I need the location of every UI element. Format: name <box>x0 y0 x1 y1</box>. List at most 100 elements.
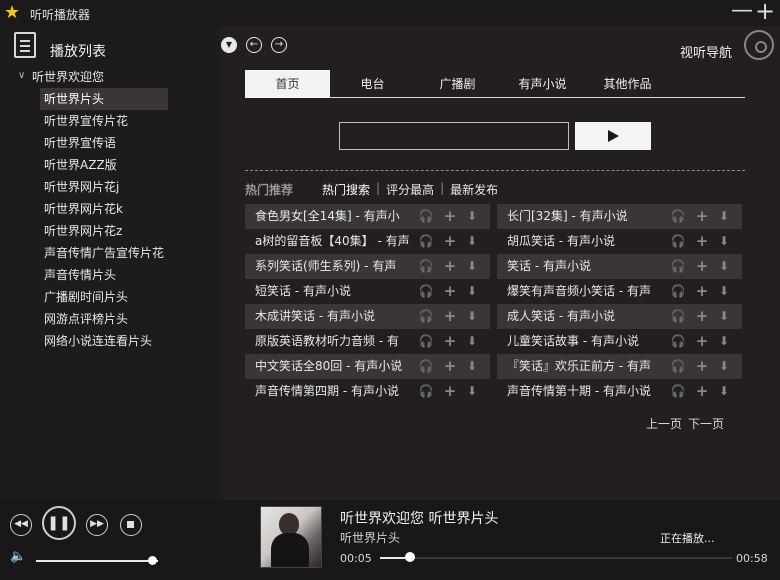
stop-button[interactable] <box>120 514 142 536</box>
headphones-icon[interactable]: 🎧 <box>670 204 686 229</box>
download-icon[interactable]: ⬇ <box>464 229 480 254</box>
headphones-icon[interactable]: 🎧 <box>670 229 686 254</box>
add-icon[interactable]: + <box>694 329 710 354</box>
list-item[interactable]: 长门[32集] - 有声小说 🎧 + ⬇ <box>497 204 742 229</box>
add-icon[interactable]: + <box>442 304 458 329</box>
download-icon[interactable]: ⬇ <box>716 229 732 254</box>
forward-arrow-icon[interactable]: → <box>271 37 287 53</box>
download-icon[interactable]: ⬇ <box>716 279 732 304</box>
add-icon[interactable]: + <box>442 204 458 229</box>
list-item[interactable]: 食色男女[全14集] - 有声小 🎧 + ⬇ <box>245 204 490 229</box>
add-icon[interactable]: + <box>442 329 458 354</box>
list-item[interactable]: 声音传情第十期 - 有声小说 🎧 + ⬇ <box>497 379 742 404</box>
prev-page-link[interactable]: 上一页 <box>646 415 682 432</box>
headphones-icon[interactable]: 🎧 <box>418 304 434 329</box>
add-icon[interactable]: + <box>694 304 710 329</box>
list-item[interactable]: 胡瓜笑话 - 有声小说 🎧 + ⬇ <box>497 229 742 254</box>
download-icon[interactable]: ⬇ <box>464 379 480 404</box>
add-icon[interactable]: + <box>442 229 458 254</box>
minimize-button[interactable]: — <box>731 0 753 22</box>
search-input[interactable] <box>339 122 569 150</box>
headphones-icon[interactable]: 🎧 <box>670 354 686 379</box>
headphones-icon[interactable]: 🎧 <box>418 204 434 229</box>
speaker-icon[interactable]: 🔈 <box>10 549 26 565</box>
headphones-icon[interactable]: 🎧 <box>418 254 434 279</box>
back-arrow-icon[interactable]: ← <box>246 37 262 53</box>
add-icon[interactable]: + <box>442 254 458 279</box>
headphones-icon[interactable]: 🎧 <box>418 279 434 304</box>
add-icon[interactable]: + <box>442 279 458 304</box>
add-icon[interactable]: + <box>694 354 710 379</box>
headphones-icon[interactable]: 🎧 <box>418 354 434 379</box>
playlist-item[interactable]: 广播剧时间片头 <box>40 286 168 308</box>
volume-slider[interactable] <box>36 560 158 562</box>
download-icon[interactable]: ⬇ <box>464 329 480 354</box>
list-item[interactable]: 『笑话』欢乐正前方 - 有声 🎧 + ⬇ <box>497 354 742 379</box>
download-icon[interactable]: ⬇ <box>464 204 480 229</box>
playlist-item[interactable]: 听世界网片花j <box>40 176 168 198</box>
list-item[interactable]: 笑话 - 有声小说 🎧 + ⬇ <box>497 254 742 279</box>
add-icon[interactable]: + <box>694 254 710 279</box>
volume-handle[interactable] <box>147 556 157 565</box>
add-icon[interactable]: + <box>442 379 458 404</box>
pause-button[interactable]: ❚❚ <box>42 506 76 540</box>
next-page-link[interactable]: 下一页 <box>688 415 724 432</box>
disc-icon[interactable] <box>744 30 774 60</box>
playlist-item[interactable]: 听世界网片花z <box>40 220 168 242</box>
download-icon[interactable]: ⬇ <box>464 354 480 379</box>
download-icon[interactable]: ⬇ <box>716 204 732 229</box>
add-icon[interactable]: + <box>694 279 710 304</box>
list-item[interactable]: 儿童笑话故事 - 有声小说 🎧 + ⬇ <box>497 329 742 354</box>
download-icon[interactable]: ⬇ <box>464 279 480 304</box>
download-icon[interactable]: ⬇ <box>716 379 732 404</box>
playlist-item[interactable]: 听世界宣传片花 <box>40 110 168 132</box>
playlist-item[interactable]: 听世界宣传语 <box>40 132 168 154</box>
add-icon[interactable]: + <box>694 204 710 229</box>
headphones-icon[interactable]: 🎧 <box>418 229 434 254</box>
headphones-icon[interactable]: 🎧 <box>670 329 686 354</box>
download-icon[interactable]: ⬇ <box>716 354 732 379</box>
list-item[interactable]: 木成讲笑话 - 有声小说 🎧 + ⬇ <box>245 304 490 329</box>
add-icon[interactable]: + <box>442 354 458 379</box>
playlist-item[interactable]: 声音传情片头 <box>40 264 168 286</box>
playlist-item[interactable]: 听世界片头 <box>40 88 169 110</box>
list-item[interactable]: 原版英语教材听力音频 - 有 🎧 + ⬇ <box>245 329 490 354</box>
headphones-icon[interactable]: 🎧 <box>418 329 434 354</box>
list-item[interactable]: a树的留音板【40集】 - 有声 🎧 + ⬇ <box>245 229 490 254</box>
list-item[interactable]: 爆笑有声音频小笑话 - 有声 🎧 + ⬇ <box>497 279 742 304</box>
headphones-icon[interactable]: 🎧 <box>670 304 686 329</box>
download-icon[interactable]: ⬇ <box>464 304 480 329</box>
playlist-item[interactable]: 听世界网片花k <box>40 198 168 220</box>
search-play-button[interactable] <box>575 122 651 150</box>
tab-radio[interactable]: 电台 <box>330 70 415 98</box>
add-icon[interactable]: + <box>694 379 710 404</box>
list-item[interactable]: 声音传情第四期 - 有声小说 🎧 + ⬇ <box>245 379 490 404</box>
tree-root-item[interactable]: 听世界欢迎您 <box>32 68 104 85</box>
chevron-down-icon[interactable]: ∨ <box>18 70 25 81</box>
tab-radio-drama[interactable]: 广播剧 <box>415 70 500 98</box>
list-item[interactable]: 成人笑话 - 有声小说 🎧 + ⬇ <box>497 304 742 329</box>
tab-audiobook[interactable]: 有声小说 <box>500 70 585 98</box>
add-button[interactable]: + <box>755 0 775 23</box>
headphones-icon[interactable]: 🎧 <box>670 379 686 404</box>
download-icon[interactable]: ⬇ <box>716 304 732 329</box>
download-icon[interactable]: ⬇ <box>464 254 480 279</box>
playlist-item[interactable]: 声音传情广告宣传片花 <box>40 242 168 264</box>
previous-track-button[interactable]: ◀◀ <box>10 514 32 536</box>
playlist-item[interactable]: 听世界AZZ版 <box>40 154 168 176</box>
headphones-icon[interactable]: 🎧 <box>418 379 434 404</box>
headphones-icon[interactable]: 🎧 <box>670 279 686 304</box>
tab-other-works[interactable]: 其他作品 <box>585 70 670 98</box>
progress-bar[interactable] <box>380 557 732 559</box>
dropdown-icon[interactable]: ▼ <box>221 37 237 53</box>
next-track-button[interactable]: ▶▶ <box>86 514 108 536</box>
list-item[interactable]: 中文笑话全80回 - 有声小说 🎧 + ⬇ <box>245 354 490 379</box>
filter-newest[interactable]: 最新发布 <box>450 181 498 198</box>
playlist-item[interactable]: 网游点评榜片头 <box>40 308 168 330</box>
list-item[interactable]: 短笑话 - 有声小说 🎧 + ⬇ <box>245 279 490 304</box>
download-icon[interactable]: ⬇ <box>716 254 732 279</box>
headphones-icon[interactable]: 🎧 <box>670 254 686 279</box>
download-icon[interactable]: ⬇ <box>716 329 732 354</box>
add-icon[interactable]: + <box>694 229 710 254</box>
filter-hot-search[interactable]: 热门搜索 <box>322 181 370 198</box>
